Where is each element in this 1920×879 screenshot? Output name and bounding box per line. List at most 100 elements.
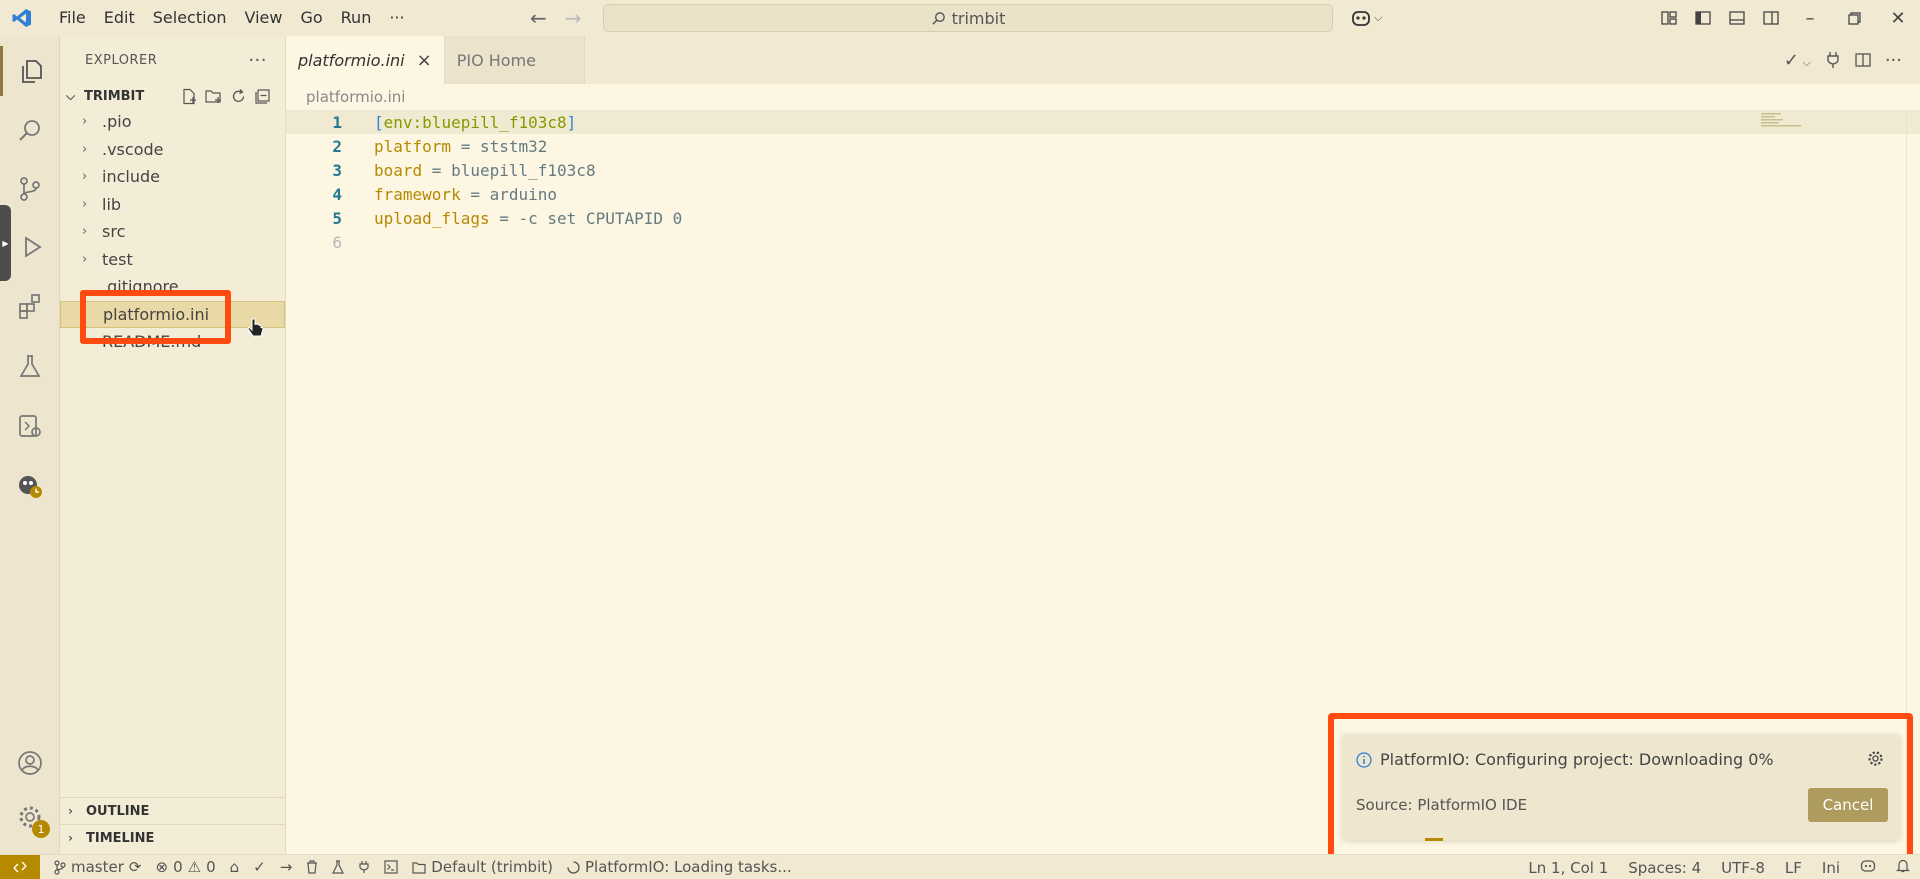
menu-go[interactable]: Go — [291, 0, 331, 36]
indentation[interactable]: Spaces: 4 — [1628, 859, 1701, 877]
tree-folder-pio[interactable]: › .pio — [60, 108, 285, 136]
code-line: 2 platform = ststm32 — [286, 134, 1920, 158]
chevron-right-icon: › — [82, 169, 88, 185]
forward-arrow-icon[interactable]: → — [565, 6, 582, 30]
chevron-right-icon: › — [82, 114, 88, 130]
editor-tabs: platformio.ini × PIO Home ✓ ⌵ ··· — [286, 36, 1920, 84]
breadcrumb[interactable]: platformio.ini — [286, 84, 1920, 110]
menu-bar: File Edit Selection View Go Run ··· — [50, 0, 414, 36]
search-text: trimbit — [951, 8, 1006, 28]
layout-customize-icon[interactable] — [1652, 0, 1686, 36]
pio-clean-trash-icon[interactable] — [306, 860, 318, 874]
menu-more[interactable]: ··· — [380, 0, 413, 36]
plug-icon[interactable] — [1825, 51, 1841, 69]
refresh-icon[interactable] — [230, 88, 247, 105]
minimap[interactable] — [1761, 112, 1805, 128]
folder-env-icon — [412, 861, 426, 874]
copilot-button[interactable]: ⌵ — [1350, 5, 1382, 31]
sidebar-bottom-sections: › OUTLINE › TIMELINE — [60, 797, 286, 851]
more-actions-icon[interactable]: ··· — [1885, 50, 1902, 71]
menu-file[interactable]: File — [50, 0, 95, 36]
branch-status[interactable]: master ⟳ — [54, 858, 141, 876]
new-file-icon[interactable] — [181, 88, 198, 105]
pio-home-icon[interactable]: ⌂ — [230, 858, 240, 876]
account-icon[interactable] — [0, 738, 60, 788]
manage-gear-icon[interactable]: 1 — [0, 792, 60, 842]
chevron-right-icon: › — [82, 251, 88, 267]
collapse-all-icon[interactable] — [254, 88, 271, 105]
tree-folder-src[interactable]: › src — [60, 218, 285, 246]
menu-run[interactable]: Run — [332, 0, 381, 36]
menu-edit[interactable]: Edit — [95, 0, 144, 36]
outline-section-header[interactable]: › OUTLINE — [60, 797, 286, 824]
tree-folder-vscode[interactable]: › .vscode — [60, 136, 285, 164]
remote-explorer-icon[interactable] — [0, 401, 60, 451]
git-branch-icon — [54, 859, 66, 875]
highlight-box-notification — [1328, 713, 1913, 862]
toggle-primary-sidebar-icon[interactable] — [1686, 0, 1720, 36]
maximize-icon[interactable] — [1832, 0, 1876, 36]
problems-status[interactable]: ⊗ 0 ⚠ 0 — [155, 858, 215, 876]
pio-build-check-icon[interactable]: ✓ — [253, 858, 266, 876]
menu-selection[interactable]: Selection — [144, 0, 236, 36]
project-actions — [181, 88, 271, 105]
copilot-icon — [1352, 11, 1370, 26]
highlight-box-file — [80, 290, 231, 344]
cursor-position[interactable]: Ln 1, Col 1 — [1528, 859, 1608, 877]
tree-folder-test[interactable]: › test — [60, 246, 285, 274]
chevron-down-icon: ⌵ — [1374, 11, 1383, 24]
error-icon: ⊗ — [155, 858, 169, 876]
explorer-title: EXPLORER — [85, 52, 158, 68]
new-folder-icon[interactable] — [205, 88, 223, 105]
pio-test-flask-icon[interactable] — [332, 860, 345, 874]
close-icon[interactable]: × — [417, 50, 432, 71]
chevron-right-icon: › — [82, 141, 88, 157]
search-view-icon[interactable] — [0, 106, 60, 156]
timeline-section-header[interactable]: › TIMELINE — [60, 824, 286, 851]
close-window-icon[interactable]: ✕ — [1876, 0, 1920, 36]
tab-platformio-ini[interactable]: platformio.ini × — [286, 36, 445, 84]
more-actions-icon[interactable]: ··· — [248, 50, 267, 71]
status-bar-right: Ln 1, Col 1 Spaces: 4 UTF-8 LF Ini — [1528, 855, 1910, 879]
language-mode[interactable]: Ini — [1822, 859, 1840, 877]
platformio-icon[interactable] — [0, 461, 60, 511]
tab-pio-home[interactable]: PIO Home — [444, 36, 585, 84]
pio-upload-arrow-icon[interactable]: → — [280, 858, 293, 876]
back-arrow-icon[interactable]: ← — [530, 6, 547, 30]
project-section-header[interactable]: ⌵ TRIMBIT — [60, 84, 285, 108]
sync-icon[interactable]: ⟳ — [129, 858, 142, 876]
code-line: 4 framework = arduino — [286, 182, 1920, 206]
testing-flask-icon[interactable] — [0, 341, 60, 391]
pio-serial-plug-icon[interactable] — [358, 860, 370, 874]
sidebar-resize-handle[interactable]: ▶ — [0, 205, 11, 281]
warning-icon: ⚠ — [187, 858, 202, 876]
remote-indicator-icon[interactable] — [0, 854, 40, 879]
split-editor-icon[interactable] — [1855, 52, 1871, 68]
extensions-icon[interactable] — [0, 281, 60, 331]
tree-folder-include[interactable]: › include — [60, 163, 285, 191]
environment-status[interactable]: Default (trimbit) — [412, 858, 553, 876]
line-number: 1 — [332, 112, 342, 132]
minimize-icon[interactable]: – — [1788, 0, 1832, 36]
command-center-search[interactable]: trimbit — [603, 4, 1333, 32]
notifications-bell-icon[interactable] — [1896, 858, 1910, 877]
chevron-right-icon: › — [68, 804, 73, 818]
code-editor[interactable]: 1 [env:bluepill_f103c8] 2 platform = sts… — [286, 110, 1920, 254]
check-icon[interactable]: ✓ ⌵ — [1784, 50, 1811, 71]
pio-terminal-icon[interactable] — [384, 860, 398, 874]
tree-folder-lib[interactable]: › lib — [60, 191, 285, 219]
chevron-right-icon: › — [68, 831, 73, 845]
copilot-status-icon[interactable] — [1860, 859, 1876, 877]
code-line: 5 upload_flags = -c set CPUTAPID 0 — [286, 206, 1920, 230]
menu-view[interactable]: View — [236, 0, 292, 36]
explorer-icon[interactable] — [0, 46, 60, 96]
toggle-secondary-sidebar-icon[interactable] — [1754, 0, 1788, 36]
end-of-line[interactable]: LF — [1785, 859, 1802, 877]
toggle-panel-icon[interactable] — [1720, 0, 1754, 36]
chevron-right-icon: › — [82, 196, 88, 212]
status-bar: master ⟳ ⊗ 0 ⚠ 0 ⌂ ✓ → Default (trimbit) P… — [0, 854, 1920, 879]
explorer-header: EXPLORER ··· — [60, 36, 285, 84]
encoding[interactable]: UTF-8 — [1721, 859, 1765, 877]
chevron-down-icon: ⌵ — [66, 88, 76, 103]
line-number: 6 — [332, 232, 342, 252]
